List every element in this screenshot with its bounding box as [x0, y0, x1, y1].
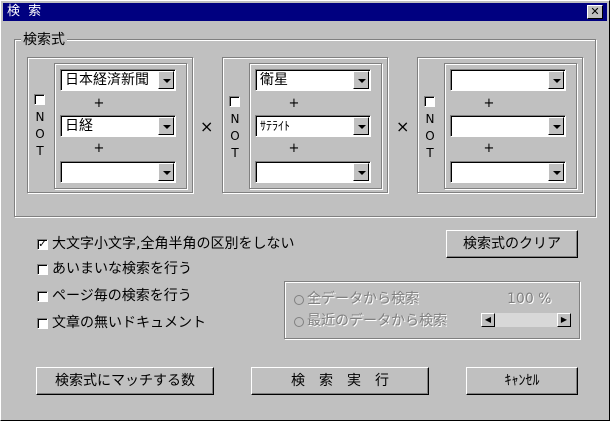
ignore-case-checkbox[interactable]: ✓ [37, 239, 48, 250]
recent-range-scrollbar[interactable]: ◀ ▶ [480, 312, 572, 328]
term-combo-2-2-value: ｻﾃﾗｲﾄ [260, 119, 291, 133]
term-combo-1-1-value: 日本経済新聞 [65, 72, 149, 88]
not-label-2-o: O [230, 129, 240, 143]
fuzzy-search-checkbox[interactable] [37, 264, 48, 275]
not-label-3-o: O [425, 129, 435, 143]
chevron-down-icon[interactable] [353, 71, 369, 89]
scroll-right-icon[interactable]: ▶ [557, 313, 571, 327]
chevron-down-icon[interactable] [548, 163, 564, 181]
not-label-3-t: T [426, 146, 434, 160]
chevron-down-icon[interactable] [158, 117, 174, 135]
not-label-2-n: N [230, 112, 240, 126]
no-text-document-checkbox[interactable] [37, 318, 48, 329]
plus-label: + [93, 141, 105, 156]
scroll-left-icon[interactable]: ◀ [481, 313, 495, 327]
not-label-1-n: N [35, 110, 45, 124]
close-button[interactable]: ✕ [587, 5, 603, 19]
chevron-down-icon[interactable] [353, 117, 369, 135]
percent-label: 100 % [507, 291, 552, 307]
clear-expression-button[interactable]: 検索式のクリア [446, 230, 578, 258]
and-operator-2: × [396, 117, 410, 136]
chevron-down-icon[interactable] [548, 117, 564, 135]
term-combo-1-1[interactable]: 日本経済新聞 [60, 69, 176, 91]
plus-label: + [483, 141, 495, 156]
not-checkbox-2[interactable] [229, 96, 240, 107]
plus-label: + [288, 141, 300, 156]
search-dialog: 検 索 ✕ 検索式 N O T 日本経済新聞 + 日経 + × N O T 衛星… [0, 0, 610, 421]
not-label-3-n: N [425, 112, 435, 126]
plus-label: + [288, 96, 300, 111]
not-checkbox-1[interactable] [34, 94, 45, 105]
term-combo-2-1-value: 衛星 [260, 72, 288, 88]
term-combo-2-1[interactable]: 衛星 [255, 69, 371, 91]
not-label-1-o: O [35, 127, 45, 141]
all-data-label: 全データから検索 [307, 291, 419, 307]
fuzzy-search-label: あいまいな検索を行う [52, 261, 192, 277]
chevron-down-icon[interactable] [353, 163, 369, 181]
title-bar[interactable]: 検 索 ✕ [3, 3, 607, 21]
not-label-2-t: T [231, 146, 239, 160]
term-combo-3-2[interactable] [450, 115, 566, 137]
plus-label: + [93, 96, 105, 111]
chevron-down-icon[interactable] [158, 163, 174, 181]
term-combo-3-1[interactable] [450, 69, 566, 91]
execute-search-button[interactable]: 検 索 実 行 [251, 367, 429, 395]
search-scope-group [284, 281, 580, 339]
term-combo-1-3[interactable] [60, 161, 176, 183]
term-combo-1-2[interactable]: 日経 [60, 115, 176, 137]
cancel-button[interactable]: ｷｬﾝｾﾙ [466, 367, 578, 395]
recent-data-radio[interactable] [294, 317, 304, 327]
term-combo-2-2[interactable]: ｻﾃﾗｲﾄ [255, 115, 371, 137]
window-title: 検 索 [7, 4, 44, 19]
not-checkbox-3[interactable] [424, 96, 435, 107]
all-data-radio[interactable] [294, 295, 304, 305]
chevron-down-icon[interactable] [548, 71, 564, 89]
recent-data-label: 最近のデータから検索 [307, 313, 447, 329]
per-page-search-label: ページ毎の検索を行う [52, 288, 192, 304]
and-operator-1: × [200, 117, 214, 136]
per-page-search-checkbox[interactable] [37, 291, 48, 302]
no-text-document-label: 文章の無いドキュメント [52, 315, 206, 331]
ignore-case-label: 大文字小文字,全角半角の区別をしない [52, 236, 295, 252]
term-combo-3-3[interactable] [450, 161, 566, 183]
search-expression-legend: 検索式 [21, 32, 67, 48]
match-count-button[interactable]: 検索式にマッチする数 [36, 367, 214, 395]
plus-label: + [483, 96, 495, 111]
chevron-down-icon[interactable] [158, 71, 174, 89]
not-label-1-t: T [36, 144, 44, 158]
term-combo-1-2-value: 日経 [65, 118, 93, 134]
term-combo-2-3[interactable] [255, 161, 371, 183]
